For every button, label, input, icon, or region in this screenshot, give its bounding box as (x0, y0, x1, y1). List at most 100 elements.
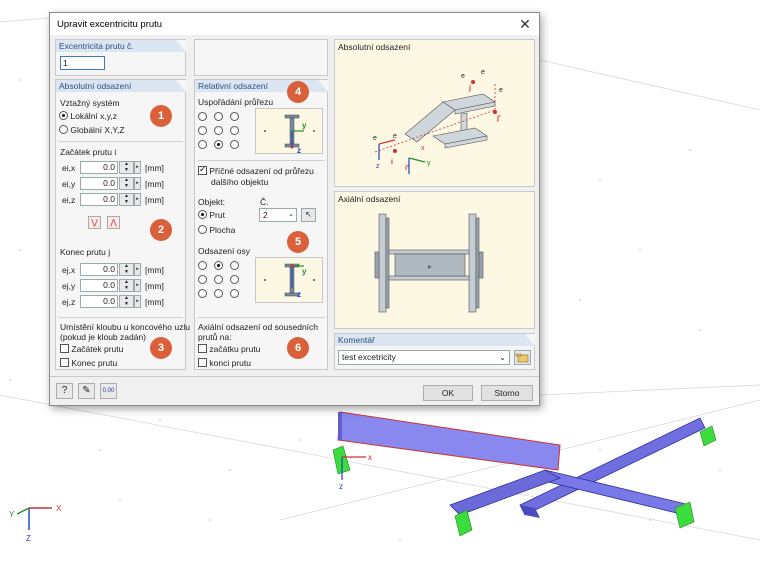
axial-start-checkbox[interactable]: začátku prutu (198, 344, 260, 354)
copy-down-button[interactable]: ⋁ (88, 216, 101, 229)
object-number-value: 2 (263, 210, 268, 220)
svg-text:Y: Y (9, 510, 15, 519)
end-z-unit: [mm] (145, 297, 164, 307)
start-label: Začátek prutu i (60, 147, 117, 157)
start-y-label: ei,y (62, 179, 76, 189)
end-z-spinner[interactable]: ▲ ▼ (119, 295, 134, 308)
svg-text:i': i' (405, 165, 409, 172)
axis-offset-radio-grid[interactable] (198, 259, 240, 301)
member-radio-dot[interactable] (198, 210, 207, 219)
start-x-input[interactable]: 0.0 (80, 161, 118, 174)
svg-text:X: X (56, 504, 62, 513)
end-x-input[interactable]: 0.0 (80, 263, 118, 276)
local-radio-dot[interactable] (59, 111, 68, 120)
end-z-pick[interactable]: ▸ (134, 295, 141, 308)
end-y-spinner[interactable]: ▲ ▼ (119, 279, 134, 292)
svg-text:x: x (368, 453, 372, 462)
transverse-label-1: Příčné odsazení od průřezu (209, 166, 314, 176)
global-radio[interactable]: Globální X,Y,Z (59, 125, 125, 135)
start-x-pick[interactable]: ▸ (134, 161, 141, 174)
member-number-input[interactable]: 1 (60, 56, 105, 70)
cross-section-label: Uspořádání průřezu (198, 97, 274, 107)
hinge-start-checkbox[interactable]: Začátek prutu (60, 344, 123, 354)
absolute-offset-header: Absolutní odsazení (56, 80, 186, 92)
chevron-down-icon: ⌄ (288, 211, 294, 218)
axial-end-checkbox[interactable]: konci prutu (198, 358, 251, 368)
dialog-title: Upravit excentricitu prutu (57, 18, 163, 30)
end-y-input[interactable]: 0.0 (80, 279, 118, 292)
annotation-badge-2: 2 (150, 219, 172, 241)
pick-object-button[interactable]: ↖ (301, 208, 316, 222)
comment-input[interactable]: test excetricity ⌄ (338, 350, 510, 365)
close-icon[interactable]: ✕ (511, 16, 539, 33)
divider (59, 141, 183, 142)
start-x-spinner[interactable]: ▲ ▼ (119, 161, 134, 174)
svg-text:e: e (373, 135, 377, 142)
units-icon: 0.00 (102, 388, 115, 394)
axial-label-1: Axiální odsazení od sousedních (198, 322, 319, 332)
end-x-spinner[interactable]: ▲ ▼ (119, 263, 134, 276)
annotation-badge-1: 1 (150, 105, 172, 127)
axis-offset-preview: y z (255, 257, 323, 303)
local-radio[interactable]: Lokální x,y,z (59, 111, 117, 121)
axial-start-box[interactable] (198, 344, 207, 353)
start-z-unit: [mm] (145, 195, 164, 205)
start-x-unit: [mm] (145, 163, 164, 173)
end-y-unit: [mm] (145, 281, 164, 291)
absolute-preview-panel: Absolutní odsazení eee e e j j' i i' y z… (334, 39, 535, 187)
transverse-checkbox[interactable]: Příčné odsazení od průřezu (198, 164, 314, 176)
start-z-label: ei,z (62, 195, 76, 205)
start-z-pick[interactable]: ▸ (134, 193, 141, 206)
global-radio-dot[interactable] (59, 125, 68, 134)
end-z-input[interactable]: 0.0 (80, 295, 118, 308)
member-number-panel: Excentricita prutu č. 1 (55, 39, 186, 76)
edit-button[interactable]: ✎ (78, 383, 95, 399)
chevron-down-icon[interactable]: ⌄ (499, 351, 506, 364)
number-label: Č. (260, 197, 269, 207)
units-button[interactable]: 0.00 (100, 383, 117, 399)
surface-radio-dot[interactable] (198, 225, 207, 234)
end-label: Konec prutu j (60, 247, 111, 257)
axial-offset-diagram: ▸ (374, 213, 484, 313)
object-label: Objekt: (198, 197, 225, 207)
svg-text:y: y (302, 267, 307, 276)
hinge-end-checkbox[interactable]: Konec prutu (60, 358, 117, 368)
svg-text:e: e (393, 133, 397, 140)
cancel-button[interactable]: Storno (481, 385, 533, 401)
end-x-pick[interactable]: ▸ (134, 263, 141, 276)
svg-text:z: z (297, 146, 301, 155)
start-y-input[interactable]: 0.0 (80, 177, 118, 190)
object-number-select[interactable]: 2 ⌄ (259, 208, 297, 222)
svg-text:z: z (376, 163, 380, 170)
cross-section-preview: y z (255, 108, 323, 155)
member-radio-label: Prut (209, 210, 225, 220)
svg-text:e: e (499, 87, 503, 94)
member-radio[interactable]: Prut (198, 210, 225, 220)
cross-section-radio-grid[interactable] (198, 110, 240, 152)
copy-up-button[interactable]: ⋀ (107, 216, 120, 229)
svg-text:z: z (339, 482, 343, 491)
annotation-badge-5: 5 (287, 231, 309, 253)
global-radio-label: Globální X,Y,Z (70, 125, 125, 135)
dialog-titlebar: Upravit excentricitu prutu ✕ (50, 13, 539, 35)
comment-library-button[interactable] (514, 350, 531, 365)
annotation-badge-3: 3 (150, 337, 172, 359)
end-y-pick[interactable]: ▸ (134, 279, 141, 292)
comment-header: Komentář (335, 334, 535, 346)
footer-divider (50, 376, 539, 377)
divider (198, 317, 325, 318)
start-y-pick[interactable]: ▸ (134, 177, 141, 190)
transverse-box[interactable] (198, 164, 207, 175)
start-z-spinner[interactable]: ▲ ▼ (119, 193, 134, 206)
axial-end-box[interactable] (198, 358, 207, 367)
help-icon: ? (61, 385, 68, 396)
surface-radio[interactable]: Plocha (198, 225, 235, 235)
help-button[interactable]: ? (56, 383, 73, 399)
start-z-input[interactable]: 0.0 (80, 193, 118, 206)
svg-text:y: y (427, 160, 431, 167)
start-y-spinner[interactable]: ▲ ▼ (119, 177, 134, 190)
hinge-end-box[interactable] (60, 358, 69, 367)
hinge-start-box[interactable] (60, 344, 69, 353)
ok-button[interactable]: OK (423, 385, 473, 401)
svg-text:j': j' (496, 115, 501, 122)
